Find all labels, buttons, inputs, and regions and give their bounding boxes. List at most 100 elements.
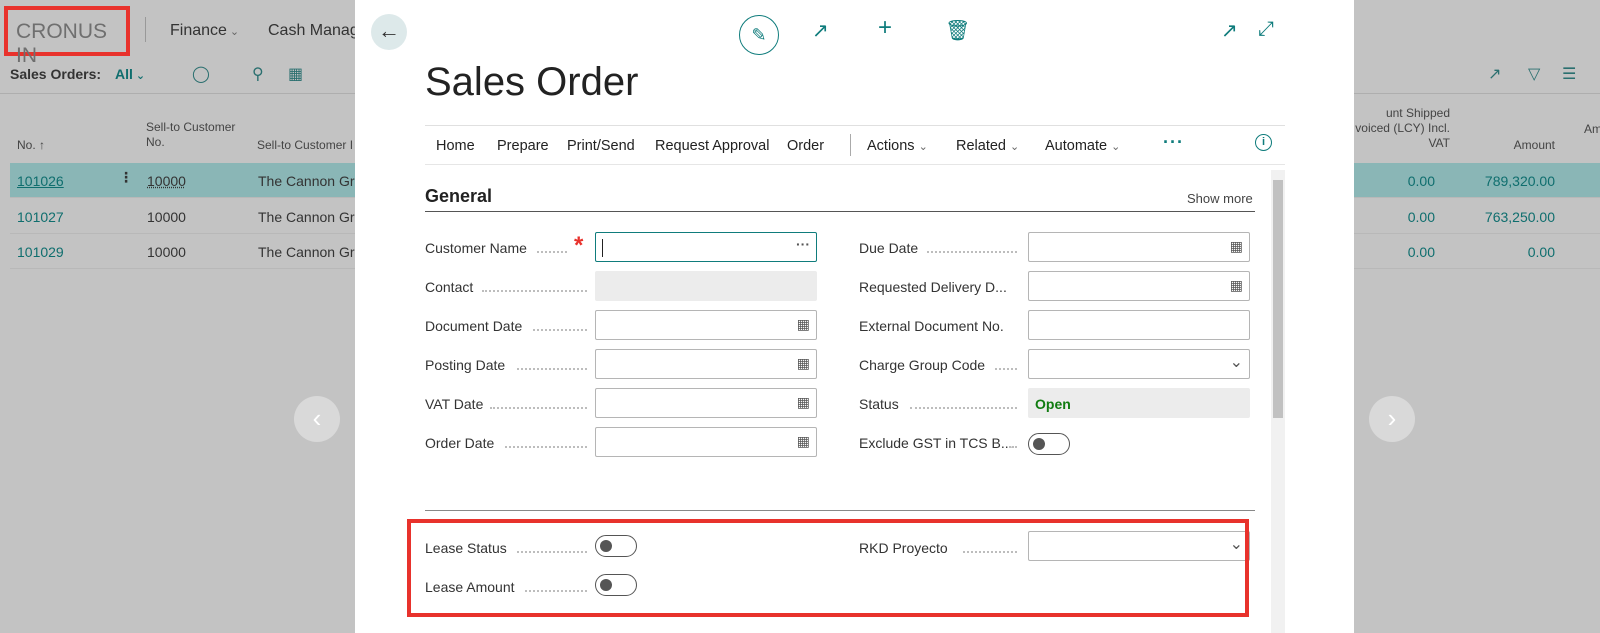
- action-automate-menu[interactable]: Automate ⌄: [1045, 138, 1120, 154]
- company-name[interactable]: CRONUS IN: [4, 6, 130, 67]
- required-asterisk: *: [574, 232, 584, 259]
- lookup-ellipsis-icon[interactable]: ···: [796, 236, 810, 252]
- column-header-sell-to-name[interactable]: Sell-to Customer I: [257, 138, 353, 153]
- customer-no: 10000: [147, 209, 186, 225]
- back-button[interactable]: ←: [371, 14, 407, 50]
- due-date-input[interactable]: ▦: [1028, 232, 1250, 262]
- dotted-leader: [517, 356, 587, 370]
- action-prepare[interactable]: Prepare: [497, 138, 549, 154]
- analysis-icon[interactable]: ◯: [192, 64, 210, 84]
- section-title-general[interactable]: General: [425, 186, 492, 207]
- order-date-label: Order Date: [425, 435, 495, 451]
- order-date-input[interactable]: ▦: [595, 427, 817, 457]
- dotted-leader: [505, 434, 587, 448]
- dotted-leader: [533, 317, 587, 331]
- requested-delivery-label: Requested Delivery D...: [859, 279, 1007, 295]
- view-filter-dropdown[interactable]: All ⌄: [115, 66, 145, 82]
- charge-group-select[interactable]: ⌄: [1028, 349, 1250, 379]
- action-request-approval[interactable]: Request Approval: [655, 138, 769, 154]
- external-doc-label: External Document No.: [859, 318, 1004, 334]
- previous-record-button[interactable]: ‹: [294, 396, 340, 442]
- section-underline: [425, 211, 1255, 212]
- action-actions-menu[interactable]: Actions ⌄: [867, 138, 928, 154]
- dotted-leader: [927, 239, 1017, 253]
- search-icon[interactable]: ⚲: [252, 64, 264, 84]
- dotted-leader: [490, 395, 587, 409]
- column-header-sell-to-no[interactable]: Sell-to Customer No.: [146, 120, 236, 150]
- column-header-no[interactable]: No. ↑: [17, 138, 45, 153]
- pencil-icon: ✎: [751, 25, 767, 45]
- expand-icon[interactable]: ⤢: [1258, 18, 1274, 41]
- chevron-down-icon: ⌄: [229, 26, 240, 38]
- chevron-right-icon: ›: [1387, 403, 1397, 433]
- share-icon[interactable]: ↗: [1488, 64, 1501, 84]
- document-date-input[interactable]: ▦: [595, 310, 817, 340]
- external-doc-input[interactable]: [1028, 310, 1250, 340]
- info-icon[interactable]: i: [1255, 134, 1272, 151]
- column-header-amount-2[interactable]: Am: [1584, 122, 1600, 137]
- column-header-amount-shipped[interactable]: unt Shipped voiced (LCY) Incl. VAT: [1355, 106, 1450, 151]
- exclude-gst-toggle[interactable]: [1028, 433, 1070, 455]
- edit-button[interactable]: ✎: [739, 15, 779, 55]
- vat-date-input[interactable]: ▦: [595, 388, 817, 418]
- calendar-icon[interactable]: ▦: [797, 316, 810, 333]
- related-label: Related: [956, 138, 1006, 154]
- automate-label: Automate: [1045, 138, 1108, 154]
- action-related-menu[interactable]: Related ⌄: [956, 138, 1019, 154]
- requested-delivery-input[interactable]: ▦: [1028, 271, 1250, 301]
- customer-name-label: Customer Name: [425, 240, 527, 256]
- action-order[interactable]: Order: [787, 138, 824, 154]
- status-value: Open: [1035, 396, 1071, 412]
- nav-cash-management[interactable]: Cash Manag: [268, 22, 359, 40]
- order-no-link[interactable]: 101026: [17, 173, 64, 189]
- status-field: Open: [1028, 388, 1250, 418]
- posting-date-input[interactable]: ▦: [595, 349, 817, 379]
- chevron-down-icon: ⌄: [1009, 141, 1020, 153]
- order-no-link[interactable]: 101029: [17, 244, 64, 260]
- customer-name: The Cannon Gr: [258, 173, 355, 189]
- new-record-icon[interactable]: +: [878, 14, 892, 42]
- calendar-icon[interactable]: ▦: [797, 355, 810, 372]
- vat-date-label: VAT Date: [425, 396, 484, 412]
- status-label: Status: [859, 396, 899, 412]
- more-options-icon[interactable]: ···: [1163, 132, 1184, 153]
- page-title: Sales Order: [425, 60, 639, 104]
- list-view-icon[interactable]: ☰: [1562, 64, 1576, 84]
- open-new-window-icon[interactable]: ↗: [1221, 18, 1238, 43]
- action-home[interactable]: Home: [436, 138, 475, 154]
- edit-list-icon[interactable]: ▦: [288, 64, 303, 84]
- amount[interactable]: 763,250.00: [1465, 209, 1555, 225]
- due-date-label: Due Date: [859, 240, 919, 256]
- sales-order-card: ← ✎ ↗ + 🗑 ↗ ⤢ Sales Order Home Prepare P…: [355, 0, 1354, 633]
- dotted-leader: [995, 356, 1017, 370]
- dotted-leader: [910, 395, 1017, 409]
- customer-name-input[interactable]: ···: [595, 232, 817, 262]
- view-filter-label: All: [115, 66, 133, 82]
- customer-no[interactable]: 10000: [147, 173, 186, 189]
- column-header-amount[interactable]: Amount: [1500, 138, 1555, 153]
- nav-divider: [145, 17, 146, 42]
- filter-icon[interactable]: ▽: [1528, 64, 1540, 84]
- show-more-link[interactable]: Show more: [1187, 191, 1253, 206]
- contact-field: [595, 271, 817, 301]
- exclude-gst-label: Exclude GST in TCS B...: [859, 435, 1013, 451]
- row-menu-icon[interactable]: ⋮: [119, 169, 133, 186]
- scrollbar-thumb[interactable]: [1273, 180, 1283, 418]
- nav-finance-menu[interactable]: Finance ⌄: [170, 22, 239, 40]
- action-bar: Home Prepare Print/Send Request Approval…: [425, 125, 1285, 165]
- amount-shipped: 0.00: [1407, 209, 1435, 225]
- next-record-button[interactable]: ›: [1369, 396, 1415, 442]
- calendar-icon[interactable]: ▦: [1230, 277, 1243, 294]
- amount[interactable]: 789,320.00: [1465, 173, 1555, 189]
- amount[interactable]: 0.00: [1465, 244, 1555, 260]
- calendar-icon[interactable]: ▦: [1230, 238, 1243, 255]
- calendar-icon[interactable]: ▦: [797, 394, 810, 411]
- chevron-down-icon: ⌄: [918, 141, 928, 153]
- customer-name: The Cannon Gr: [258, 244, 355, 260]
- order-no-link[interactable]: 101027: [17, 209, 64, 225]
- action-print-send[interactable]: Print/Send: [567, 138, 635, 154]
- arrow-left-icon: ←: [378, 18, 400, 43]
- calendar-icon[interactable]: ▦: [797, 433, 810, 450]
- delete-icon[interactable]: 🗑: [945, 18, 970, 43]
- share-icon[interactable]: ↗: [812, 18, 829, 43]
